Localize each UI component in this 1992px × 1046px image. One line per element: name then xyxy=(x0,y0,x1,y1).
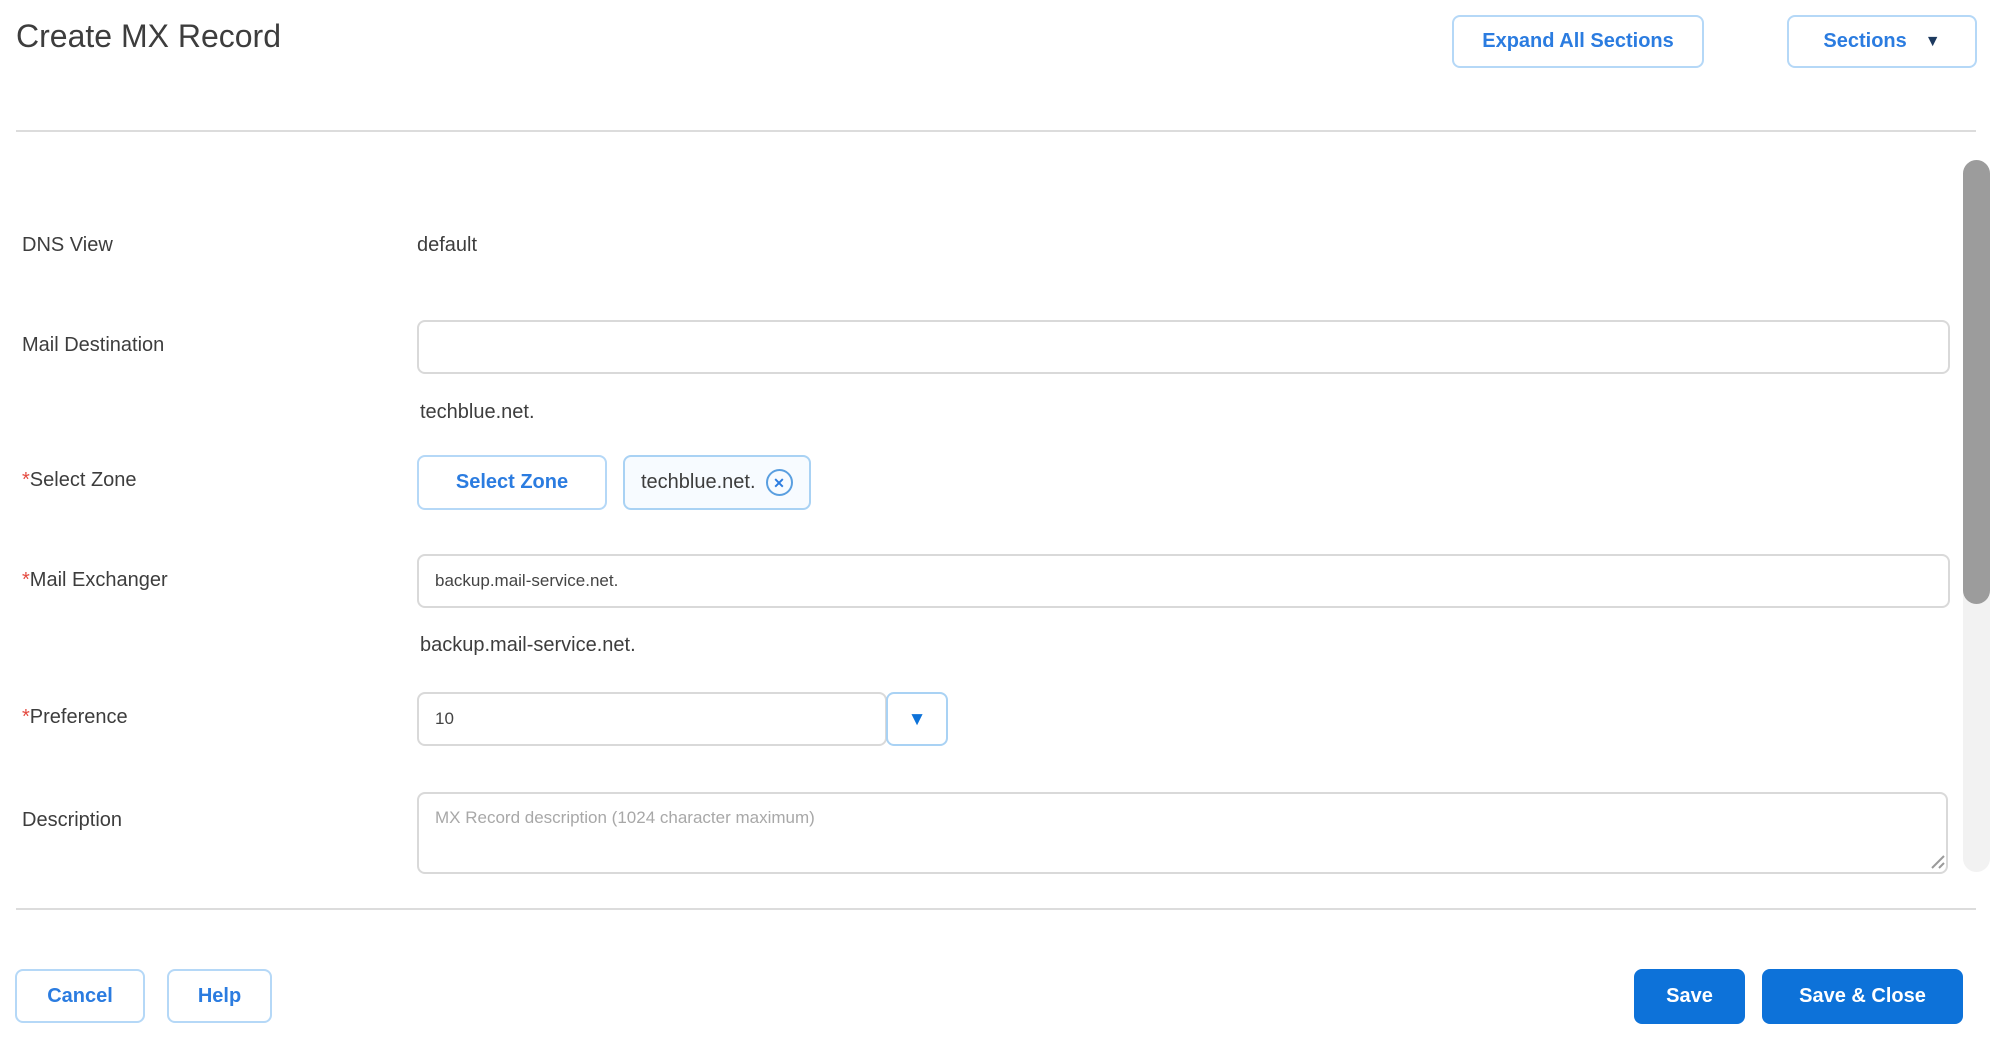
sections-dropdown-button[interactable]: Sections ▼ xyxy=(1787,15,1977,68)
save-and-close-button-label: Save & Close xyxy=(1799,985,1926,1007)
mail-exchanger-input[interactable] xyxy=(417,554,1950,608)
create-mx-record-dialog: { "header": { "title": "Create MX Record… xyxy=(0,0,1992,1046)
mail-exchanger-label: *Mail Exchanger xyxy=(22,569,168,591)
dns-view-label: DNS View xyxy=(22,234,113,256)
preference-dropdown-button[interactable]: ▼ xyxy=(886,692,948,746)
cancel-button[interactable]: Cancel xyxy=(15,969,145,1023)
chevron-down-icon: ▼ xyxy=(907,708,927,730)
required-asterisk: * xyxy=(22,706,30,728)
select-zone-button[interactable]: Select Zone xyxy=(417,455,607,510)
save-button[interactable]: Save xyxy=(1634,969,1745,1024)
selected-zone-chip: techblue.net. ✕ xyxy=(623,455,811,510)
description-label: Description xyxy=(22,809,123,831)
select-zone-button-label: Select Zone xyxy=(455,471,569,493)
cancel-button-label: Cancel xyxy=(47,984,113,1007)
chevron-down-icon: ▼ xyxy=(1924,32,1941,50)
page-title: Create MX Record xyxy=(16,18,281,54)
dns-view-value: default xyxy=(417,234,478,256)
mail-destination-input[interactable] xyxy=(417,320,1950,374)
save-button-label: Save xyxy=(1666,985,1713,1007)
preference-label: *Preference xyxy=(22,706,128,728)
required-asterisk: * xyxy=(22,469,30,491)
help-button[interactable]: Help xyxy=(167,969,272,1023)
required-asterisk: * xyxy=(22,569,30,591)
mail-exchanger-helper: backup.mail-service.net. xyxy=(420,634,636,656)
help-button-label: Help xyxy=(197,984,242,1007)
expand-all-sections-label: Expand All Sections xyxy=(1482,30,1674,52)
sections-label: Sections xyxy=(1823,30,1907,52)
header-divider xyxy=(16,130,1976,132)
remove-zone-icon[interactable]: ✕ xyxy=(765,469,793,496)
expand-all-sections-button[interactable]: Expand All Sections xyxy=(1452,15,1704,68)
selected-zone-chip-label: techblue.net. xyxy=(641,471,756,493)
description-textarea[interactable] xyxy=(417,792,1948,874)
mail-destination-helper: techblue.net. xyxy=(420,401,535,423)
resize-handle-icon[interactable] xyxy=(1928,852,1946,870)
select-zone-label: *Select Zone xyxy=(22,469,137,491)
preference-input[interactable] xyxy=(417,692,887,746)
mail-destination-label: Mail Destination xyxy=(22,334,165,356)
scrollbar-thumb[interactable] xyxy=(1963,160,1990,604)
save-and-close-button[interactable]: Save & Close xyxy=(1762,969,1963,1024)
footer-divider xyxy=(16,908,1976,910)
